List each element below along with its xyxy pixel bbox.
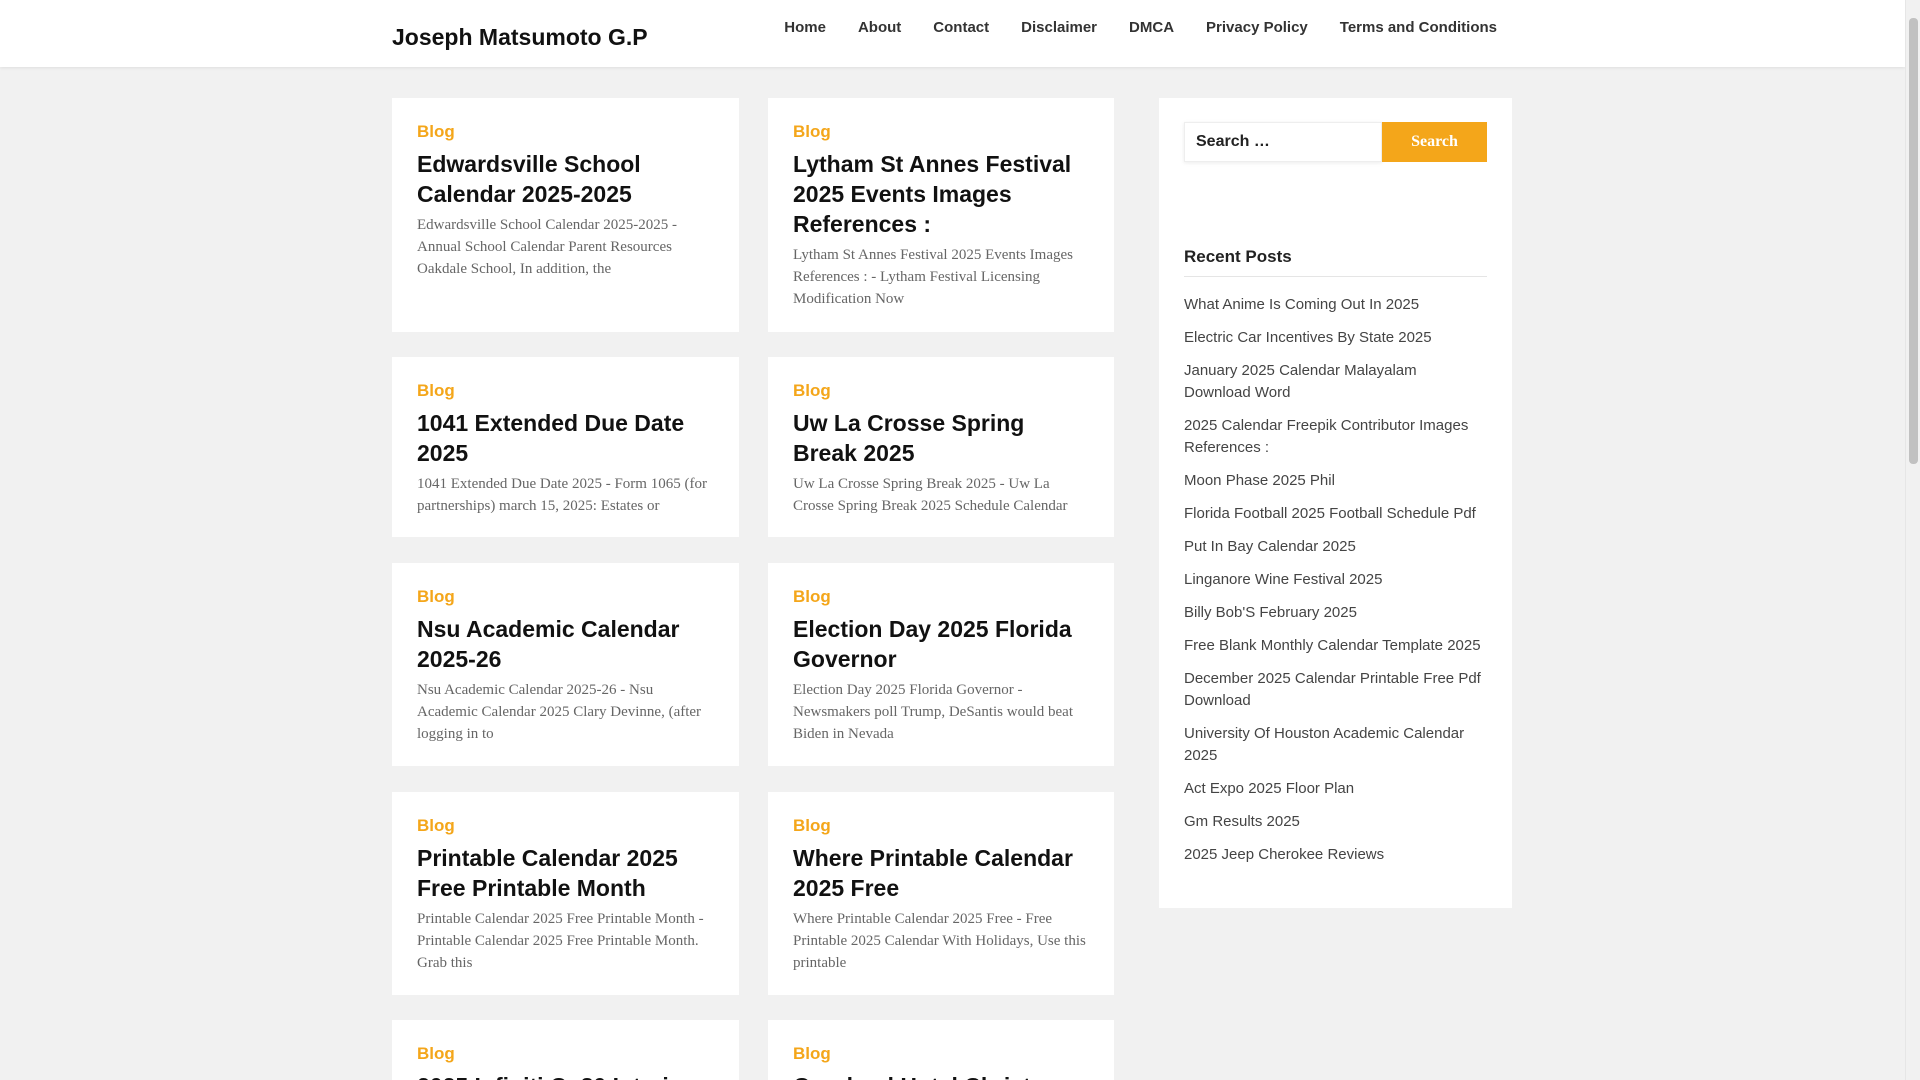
recent-post-link[interactable]: Gm Results 2025 [1184,811,1487,833]
post-category-link[interactable]: Blog [417,816,714,836]
post-card: Blog Printable Calendar 2025 Free Printa… [392,792,739,995]
site-title[interactable]: Joseph Matsumoto G.P [392,24,648,51]
recent-post-link[interactable]: 2025 Calendar Freepik Contributor Images… [1184,415,1487,459]
recent-post-link[interactable]: Electric Car Incentives By State 2025 [1184,327,1487,349]
post-category-link[interactable]: Blog [793,381,1089,401]
scrollbar-thumb[interactable] [1909,18,1918,464]
post-card: Blog Where Printable Calendar 2025 Free … [768,792,1114,995]
post-title-link[interactable]: Lytham St Annes Festival 2025 Events Ima… [793,149,1089,239]
post-excerpt: 1041 Extended Due Date 2025 - Form 1065 … [417,476,707,514]
recent-post-link[interactable]: Billy Bob'S February 2025 [1184,602,1487,624]
post-card: Blog Nsu Academic Calendar 2025-26 Nsu A… [392,563,739,766]
post-excerpt: Edwardsville School Calendar 2025-2025 -… [417,217,677,277]
nav-about[interactable]: About [858,19,901,36]
post-excerpt: Election Day 2025 Florida Governor - New… [793,682,1073,742]
recent-post-link[interactable]: Put In Bay Calendar 2025 [1184,536,1487,558]
recent-post-link[interactable]: University Of Houston Academic Calendar … [1184,723,1487,767]
post-category-link[interactable]: Blog [417,381,714,401]
post-card: Blog Uw La Crosse Spring Break 2025 Uw L… [768,357,1114,537]
post-title-link[interactable]: Nsu Academic Calendar 2025-26 [417,614,714,674]
post-title-link[interactable]: Uw La Crosse Spring Break 2025 [793,408,1089,468]
recent-post-link[interactable]: What Anime Is Coming Out In 2025 [1184,294,1487,316]
post-category-link[interactable]: Blog [793,587,1089,607]
post-title-link[interactable]: Edwardsville School Calendar 2025-2025 [417,149,714,209]
post-title-link[interactable]: Where Printable Calendar 2025 Free [793,843,1089,903]
search-form: Search [1184,122,1487,162]
recent-post-link[interactable]: Florida Football 2025 Football Schedule … [1184,503,1487,525]
post-excerpt: Nsu Academic Calendar 2025-26 - Nsu Acad… [417,682,702,742]
post-category-link[interactable]: Blog [417,1044,714,1064]
post-excerpt: Printable Calendar 2025 Free Printable M… [417,911,704,971]
post-title-link[interactable]: Opryland Hotel Christmas [793,1071,1089,1080]
post-title-link[interactable]: 1041 Extended Due Date 2025 [417,408,714,468]
post-title-link[interactable]: Election Day 2025 Florida Governor [793,614,1089,674]
recent-post-link[interactable]: Free Blank Monthly Calendar Template 202… [1184,635,1487,657]
main-nav: Home About Contact Disclaimer DMCA Priva… [784,19,1497,36]
page-scrollbar[interactable] [1905,0,1920,1080]
recent-post-link[interactable]: 2025 Jeep Cherokee Reviews [1184,844,1487,866]
post-card: Blog Opryland Hotel Christmas [768,1020,1114,1080]
post-card: Blog Election Day 2025 Florida Governor … [768,563,1114,766]
post-card: Blog 2025 Infiniti Qx80 Interior [392,1020,739,1080]
nav-dmca[interactable]: DMCA [1129,19,1174,36]
post-category-link[interactable]: Blog [417,587,714,607]
recent-post-link[interactable]: Act Expo 2025 Floor Plan [1184,778,1487,800]
post-card: Blog Lytham St Annes Festival 2025 Event… [768,98,1114,332]
sidebar: Search Recent Posts What Anime Is Coming… [1159,98,1512,908]
post-category-link[interactable]: Blog [793,816,1089,836]
post-category-link[interactable]: Blog [417,122,714,142]
site-header: Joseph Matsumoto G.P Home About Contact … [0,0,1905,67]
post-excerpt: Where Printable Calendar 2025 Free - Fre… [793,911,1086,971]
nav-disclaimer[interactable]: Disclaimer [1021,19,1097,36]
post-excerpt: Lytham St Annes Festival 2025 Events Ima… [793,247,1073,307]
recent-post-link[interactable]: January 2025 Calendar Malayalam Download… [1184,360,1487,404]
post-excerpt: Uw La Crosse Spring Break 2025 - Uw La C… [793,476,1068,514]
recent-posts-list: What Anime Is Coming Out In 2025 Electri… [1184,294,1487,866]
nav-privacy-policy[interactable]: Privacy Policy [1206,19,1308,36]
search-input[interactable] [1184,122,1382,162]
nav-contact[interactable]: Contact [933,19,989,36]
post-category-link[interactable]: Blog [793,1044,1089,1064]
post-category-link[interactable]: Blog [793,122,1089,142]
search-button[interactable]: Search [1382,122,1487,162]
recent-post-link[interactable]: December 2025 Calendar Printable Free Pd… [1184,668,1487,712]
post-card: Blog 1041 Extended Due Date 2025 1041 Ex… [392,357,739,537]
recent-post-link[interactable]: Moon Phase 2025 Phil [1184,470,1487,492]
post-title-link[interactable]: Printable Calendar 2025 Free Printable M… [417,843,714,903]
nav-home[interactable]: Home [784,19,826,36]
recent-post-link[interactable]: Linganore Wine Festival 2025 [1184,569,1487,591]
post-card: Blog Edwardsville School Calendar 2025-2… [392,98,739,332]
nav-terms-and-conditions[interactable]: Terms and Conditions [1340,19,1497,36]
post-title-link[interactable]: 2025 Infiniti Qx80 Interior [417,1071,714,1080]
recent-posts-heading: Recent Posts [1184,247,1487,277]
